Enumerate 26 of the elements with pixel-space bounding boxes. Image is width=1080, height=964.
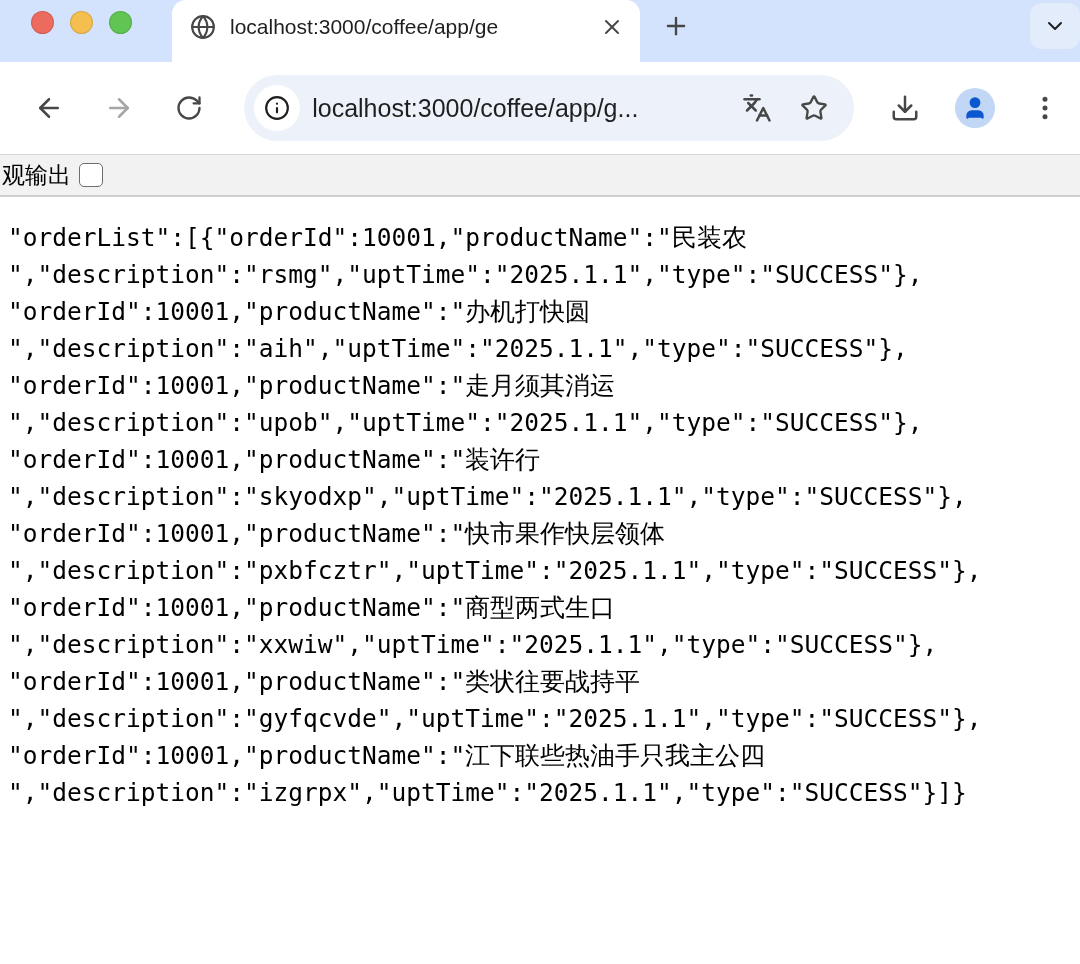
pretty-print-label: 观输出 <box>2 160 71 190</box>
json-text-line: "orderId":10001,"productName":"装许行 <box>8 444 541 476</box>
json-text-line: "orderId":10001,"productName":"办机打快圆 <box>8 296 591 328</box>
json-text-line: ","description":"izgrpx","uptTime":"2025.1.1","type":"SUCCESS"}]} <box>8 777 967 809</box>
json-text-line: "orderList":[{"orderId":10001,"productName":"民装农 <box>8 222 747 254</box>
json-text-line: "orderId":10001,"productName":"走月须其消运 <box>8 370 616 402</box>
pretty-print-checkbox[interactable] <box>79 163 103 187</box>
browser-tab[interactable]: localhost:3000/coffee/app/ge <box>172 0 640 62</box>
json-text-line: "orderId":10001,"productName":"商型两式生口 <box>8 592 616 624</box>
json-text-line: ","description":"xxwiw","uptTime":"2025.1.1","type":"SUCCESS"}, <box>8 629 938 661</box>
globe-icon <box>190 14 216 40</box>
json-text-line: ","description":"skyodxp","uptTime":"2025.1.1","type":"SUCCESS"}, <box>8 481 967 513</box>
address-bar[interactable]: localhost:3000/coffee/app/g... <box>244 75 854 141</box>
json-text-line: ","description":"gyfqcvde","uptTime":"2025.1.1","type":"SUCCESS"}, <box>8 703 982 735</box>
json-text-line: "orderId":10001,"productName":"快市果作快层领体 <box>8 518 666 550</box>
json-text-line: ","description":"rsmg","uptTime":"2025.1.1","type":"SUCCESS"}, <box>8 259 923 291</box>
json-text-line: ","description":"aih","uptTime":"2025.1.1","type":"SUCCESS"}, <box>8 333 908 365</box>
info-icon[interactable] <box>254 85 301 131</box>
json-text-line: ","description":"pxbfcztr","uptTime":"2025.1.1","type":"SUCCESS"}, <box>8 555 982 587</box>
close-window-button[interactable] <box>31 10 54 34</box>
translate-icon[interactable] <box>741 93 772 123</box>
json-text-line: "orderId":10001,"productName":"类状往要战持平 <box>8 666 641 698</box>
json-text-line: ","description":"upob","uptTime":"2025.1.1","type":"SUCCESS"}, <box>8 407 923 439</box>
json-text-line: "orderId":10001,"productName":"江下联些热油手只我主公四 <box>8 740 766 772</box>
tab-title: localhost:3000/coffee/app/ge <box>230 15 500 39</box>
url-text: localhost:3000/coffee/app/g... <box>312 93 640 123</box>
